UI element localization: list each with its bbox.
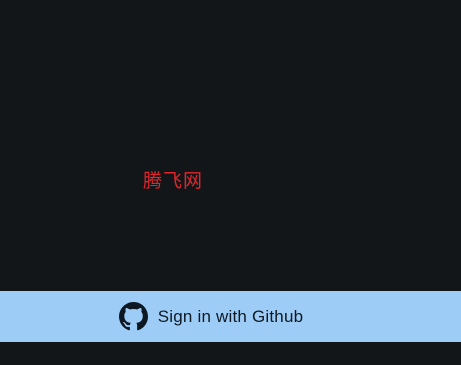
site-name: 腾飞网: [143, 170, 204, 192]
sign-in-with-github-button[interactable]: Sign in with Github: [0, 291, 461, 342]
sign-in-with-github-label: Sign in with Github: [157, 306, 304, 326]
github-icon: [118, 302, 148, 331]
